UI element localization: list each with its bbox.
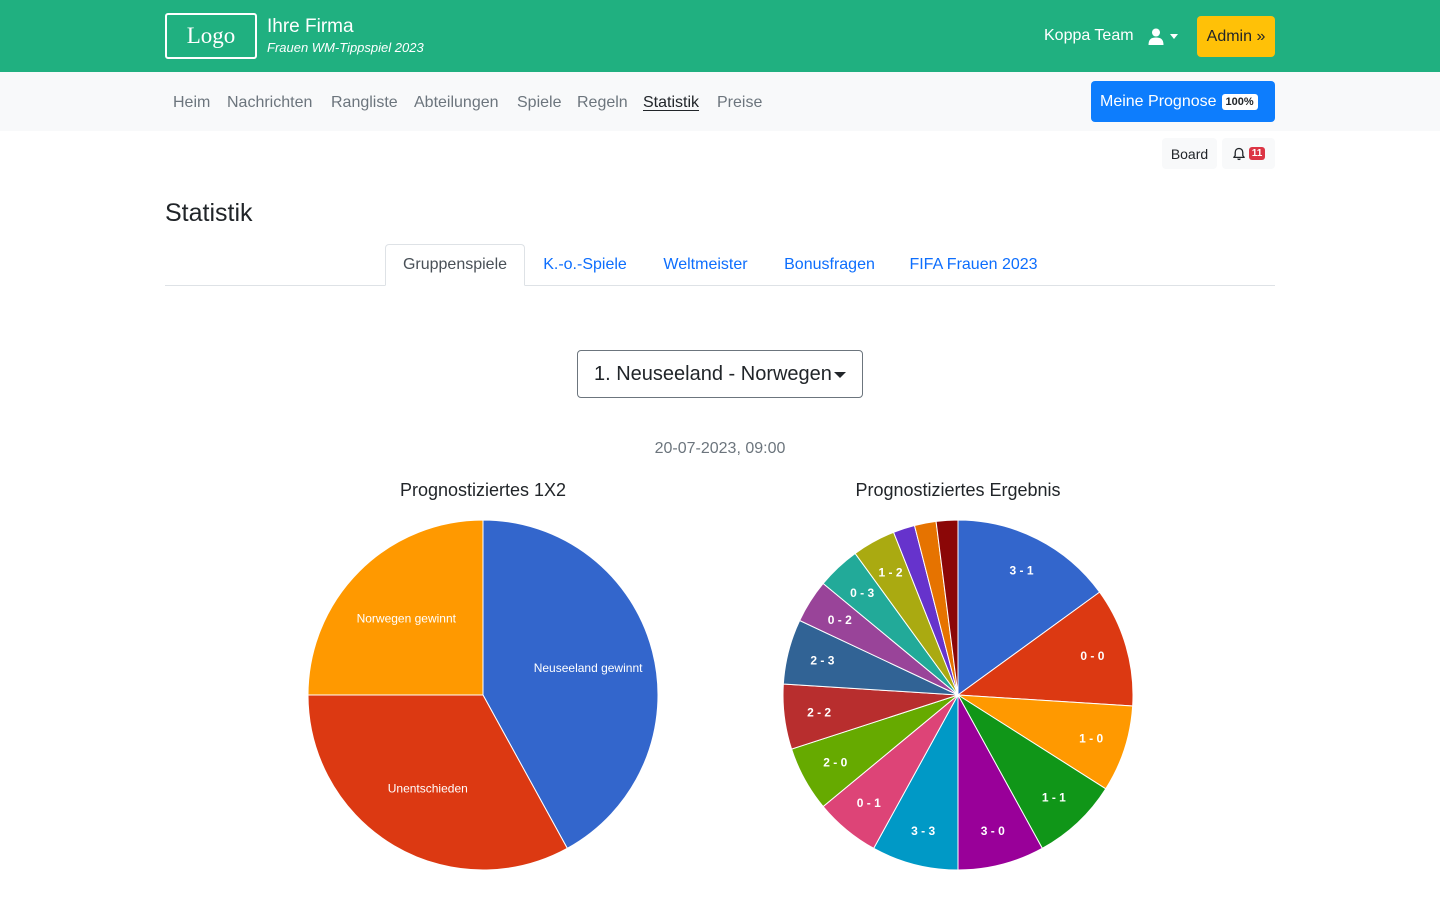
board-button[interactable]: Board [1162, 138, 1217, 169]
chevron-down-icon [834, 372, 846, 378]
nav-item-preise[interactable]: Preise [717, 94, 762, 112]
match-select-value: 1. Neuseeland - Norwegen [594, 362, 832, 385]
tab-bonusfragen[interactable]: Bonusfragen [766, 244, 893, 286]
chart-title-result: Prognostiziertes Ergebnis [855, 480, 1061, 500]
top-bar: Logo Ihre Firma Frauen WM-Tippspiel 2023… [0, 0, 1440, 72]
my-prediction-label: Meine Prognose [1100, 92, 1217, 110]
chart-title-1x2: Prognostiziertes 1X2 [399, 480, 567, 500]
pie-slice-label: 0 - 3 [850, 586, 874, 600]
nav-item-nachrichten[interactable]: Nachrichten [227, 94, 312, 112]
my-prediction-button[interactable]: Meine Prognose 100% [1091, 81, 1275, 122]
pie-chart-1x2: Neuseeland gewinnt Unentschieden Norwegen … [307, 519, 659, 871]
page-title: Statistik [165, 199, 253, 227]
pie-slice-label: 0 - 2 [828, 613, 852, 627]
user-menu-dropdown[interactable] [1148, 26, 1184, 46]
nav-item-abteilungen[interactable]: Abteilungen [414, 94, 499, 112]
completion-badge: 100% [1221, 93, 1258, 110]
nav-item-statistik[interactable]: Statistik [643, 94, 699, 112]
pie-slice-label: 3 - 0 [981, 824, 1005, 838]
nav-item-regeln[interactable]: Regeln [577, 94, 628, 112]
nav-item-rangliste[interactable]: Rangliste [331, 94, 398, 112]
pie-slice-label: 1 - 0 [1079, 731, 1103, 745]
pie-slice-label: 1 - 1 [1042, 790, 1066, 804]
brand-subtitle: Frauen WM-Tippspiel 2023 [267, 40, 424, 55]
pie-slice-label: 1 - 2 [879, 566, 903, 580]
pie-slice-label: 3 - 3 [911, 824, 935, 838]
pie-chart-result: 3 - 1 0 - 0 1 - 0 1 - 1 3 - 0 3 - 3 0 - 1 2 - 0… [782, 519, 1134, 871]
nav-item-heim[interactable]: Heim [173, 94, 210, 112]
pie-slice-label: Unentschieden [388, 782, 468, 796]
admin-button[interactable]: Admin » [1197, 16, 1275, 57]
chevron-down-icon [1170, 33, 1178, 39]
pie-slice [307, 519, 484, 696]
bell-icon [1232, 147, 1245, 160]
logo[interactable]: Logo [165, 13, 257, 59]
pie-slice-label: 0 - 1 [857, 796, 881, 810]
match-date: 20-07-2023, 09:00 [654, 440, 786, 457]
pie-slice-label: 3 - 1 [1010, 563, 1034, 577]
match-select[interactable]: 1. Neuseeland - Norwegen [577, 350, 863, 398]
pie-slice-label: Norwegen gewinnt [357, 611, 457, 625]
pie-slice-label: 2 - 2 [807, 706, 831, 720]
tab-weltmeister[interactable]: Weltmeister [645, 244, 766, 286]
pie-slice-label: 2 - 3 [810, 653, 834, 667]
tab-fifa-frauen-2023[interactable]: FIFA Frauen 2023 [893, 244, 1054, 286]
brand-name: Ihre Firma [267, 16, 354, 37]
user-icon [1148, 28, 1164, 45]
pie-slice-label: 2 - 0 [823, 756, 847, 770]
nav-item-spiele[interactable]: Spiele [517, 94, 561, 112]
pie-slice-label: Neuseeland gewinnt [534, 661, 643, 675]
notification-count-badge: 11 [1248, 147, 1266, 160]
pie-slice-label: 0 - 0 [1080, 649, 1104, 663]
tab-ko-spiele[interactable]: K.-o.-Spiele [525, 244, 645, 286]
notifications-button[interactable]: 11 [1222, 138, 1275, 169]
team-name: Koppa Team [1044, 27, 1134, 44]
tab-gruppenspiele[interactable]: Gruppenspiele [385, 244, 525, 286]
